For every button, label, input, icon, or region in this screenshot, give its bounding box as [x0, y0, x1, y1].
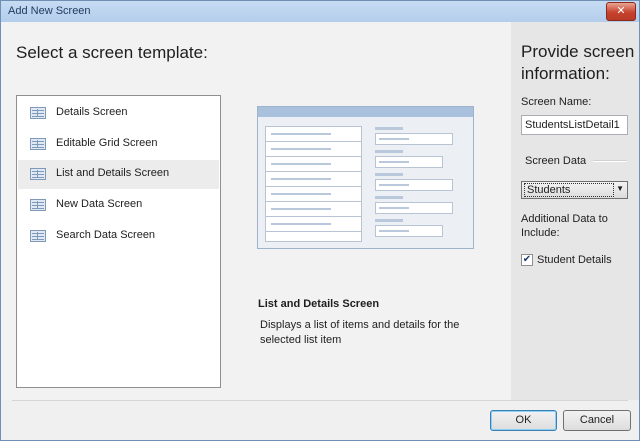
add-new-screen-dialog: Add New Screen ✕ Select a screen templat… — [0, 0, 640, 441]
details-screen-icon — [30, 107, 46, 119]
screen-info-heading: Provide screen information: — [521, 42, 635, 83]
student-details-checkbox[interactable]: ✔ — [521, 254, 533, 266]
cancel-button[interactable]: Cancel — [563, 410, 631, 431]
template-description-text: Displays a list of items and details for… — [260, 319, 460, 346]
template-item-list-details[interactable]: List and Details Screen — [18, 160, 219, 189]
screen-data-divider — [593, 160, 627, 162]
list-details-screen-icon — [30, 168, 46, 180]
title-bar: Add New Screen ✕ — [1, 1, 639, 22]
template-item-editable-grid[interactable]: Editable Grid Screen — [18, 130, 219, 159]
search-data-screen-icon — [30, 230, 46, 242]
new-data-screen-icon — [30, 199, 46, 211]
close-icon: ✕ — [616, 5, 626, 17]
checkmark-icon: ✔ — [522, 254, 532, 265]
template-item-new-data[interactable]: New Data Screen — [18, 191, 219, 220]
template-label: List and Details Screen — [56, 167, 170, 179]
chevron-down-icon: ▼ — [616, 184, 624, 193]
ok-button[interactable]: OK — [490, 410, 557, 431]
footer-divider — [12, 400, 628, 401]
additional-data-label: Additional Data to Include: — [521, 213, 608, 239]
template-pane: Select a screen template: Details Screen… — [1, 22, 511, 400]
template-list[interactable]: Details Screen Editable Grid Screen List… — [16, 95, 221, 388]
template-label: New Data Screen — [56, 198, 143, 210]
screen-data-label: Screen Data — [525, 155, 587, 167]
template-item-search-data[interactable]: Search Data Screen — [18, 222, 219, 251]
template-item-details[interactable]: Details Screen — [18, 99, 219, 128]
template-heading: Select a screen template: — [16, 43, 208, 62]
template-label: Details Screen — [56, 106, 128, 118]
template-description-title: List and Details Screen — [258, 298, 380, 310]
template-label: Search Data Screen — [56, 229, 156, 241]
template-label: Editable Grid Screen — [56, 137, 158, 149]
student-details-label: Student Details — [537, 254, 612, 266]
preview-list — [265, 126, 362, 242]
close-button[interactable]: ✕ — [606, 2, 636, 21]
preview-title-bar — [258, 107, 473, 117]
screen-name-input[interactable] — [521, 115, 628, 135]
window-title: Add New Screen — [8, 5, 91, 17]
screen-data-dropdown[interactable]: Students ▼ — [521, 181, 628, 199]
template-preview-image — [257, 106, 474, 249]
grid-screen-icon — [30, 138, 46, 150]
screen-data-value: Students — [524, 183, 614, 197]
screen-name-label: Screen Name: — [521, 96, 592, 108]
